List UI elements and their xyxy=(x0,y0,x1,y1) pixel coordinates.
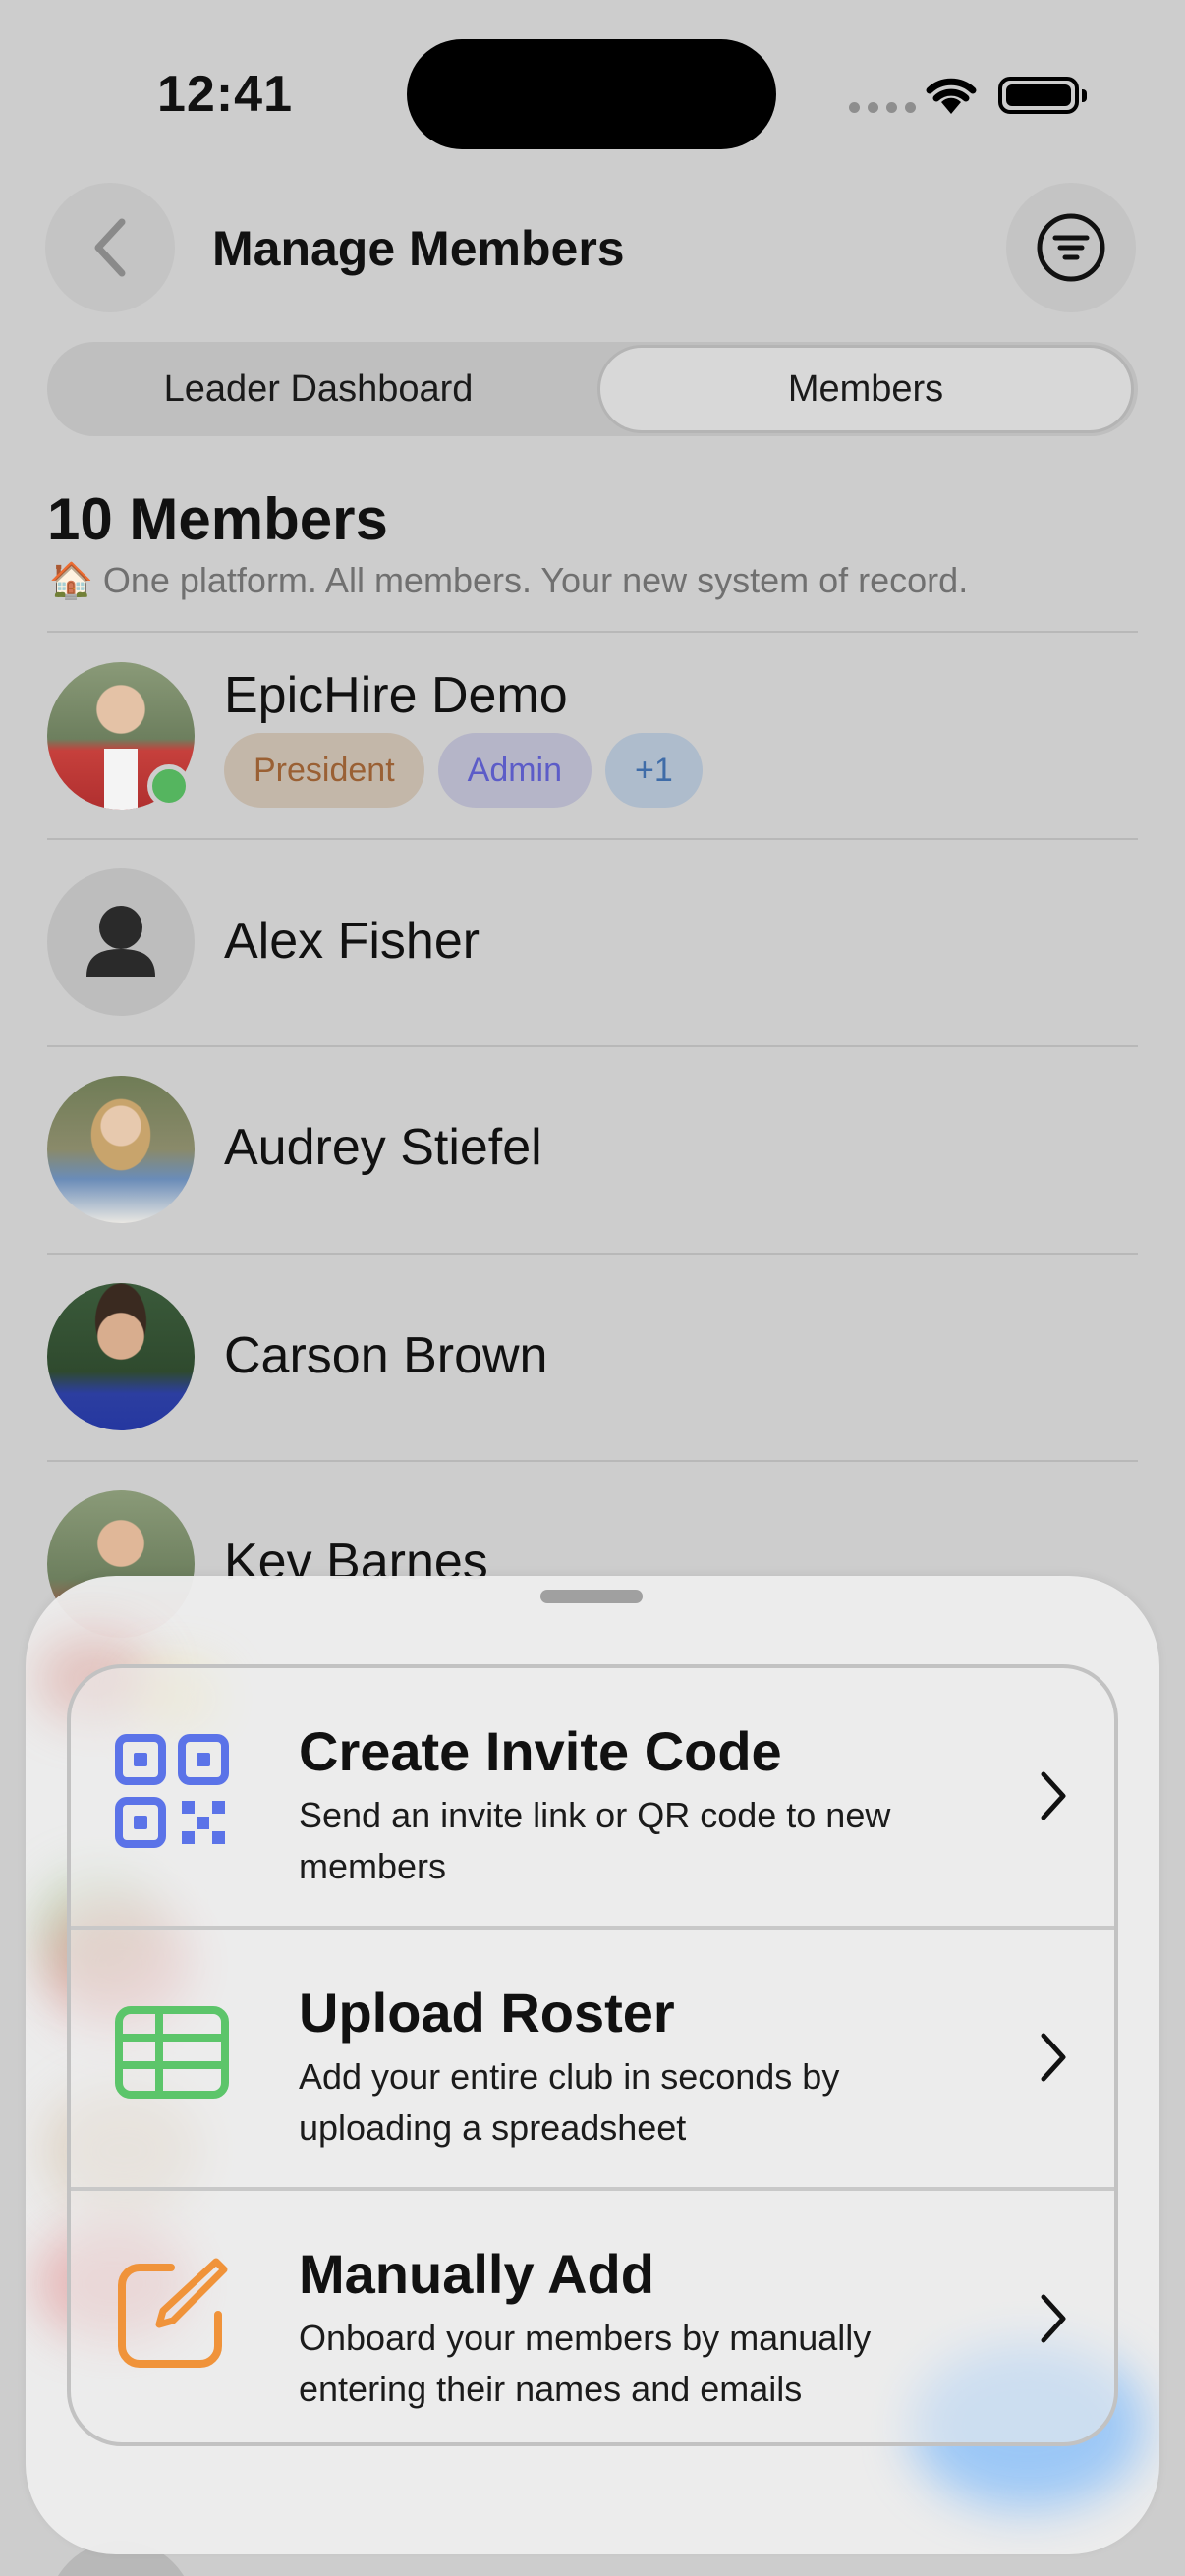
option-description: Add your entire club in seconds by uploa… xyxy=(299,2056,840,2148)
members-subtitle: 🏠 One platform. All members. Your new sys… xyxy=(49,560,968,601)
cellular-signal-icon xyxy=(849,102,916,113)
divider xyxy=(47,1253,1138,1255)
add-members-sheet: Create Invite Code Send an invite link o… xyxy=(26,1576,1159,2554)
chevron-right-icon xyxy=(1041,1771,1066,1820)
spreadsheet-icon xyxy=(115,2006,229,2099)
page-title: Manage Members xyxy=(212,221,625,276)
battery-icon xyxy=(998,77,1087,114)
chevron-right-icon xyxy=(1041,2294,1066,2343)
status-time: 12:41 xyxy=(157,66,293,123)
segmented-control: Leader Dashboard Members xyxy=(47,342,1138,436)
screen: 12:41 Manage Members Leader Dashboard Me… xyxy=(0,0,1185,2576)
filter-icon xyxy=(1037,213,1105,282)
option-title: Upload Roster xyxy=(299,1982,675,2044)
online-status-dot xyxy=(147,764,191,808)
members-subtitle-text: One platform. All members. Your new syst… xyxy=(102,560,969,600)
divider xyxy=(47,1045,1138,1047)
divider xyxy=(47,631,1138,633)
avatar-placeholder xyxy=(47,868,195,1016)
member-name: Carson Brown xyxy=(224,1327,548,1384)
option-description: Send an invite link or QR code to new me… xyxy=(299,1795,891,1886)
avatar xyxy=(47,1076,195,1223)
edit-icon xyxy=(118,2258,228,2368)
chevron-left-icon xyxy=(94,218,126,277)
option-description: Onboard your members by manually enterin… xyxy=(299,2318,872,2409)
role-badges: President Admin +1 xyxy=(224,733,703,808)
member-name: Audrey Stiefel xyxy=(224,1119,542,1176)
tab-members[interactable]: Members xyxy=(597,345,1134,433)
back-button[interactable] xyxy=(45,183,175,312)
person-icon xyxy=(86,906,155,977)
divider xyxy=(47,1460,1138,1462)
options-card: Create Invite Code Send an invite link o… xyxy=(67,1664,1118,2446)
member-name: Alex Fisher xyxy=(224,913,480,970)
members-count: 10 Members xyxy=(47,486,388,552)
badge-admin: Admin xyxy=(437,733,592,808)
option-title: Manually Add xyxy=(299,2243,654,2305)
manually-add-option[interactable]: Manually Add Onboard your members by man… xyxy=(71,2191,1114,2442)
badge-president: President xyxy=(224,733,424,808)
qr-code-icon xyxy=(115,1734,229,1848)
sheet-grabber[interactable] xyxy=(540,1590,643,1603)
house-emoji-icon: 🏠 xyxy=(49,560,93,600)
member-name: EpicHire Demo xyxy=(224,667,568,724)
wifi-icon xyxy=(926,78,977,114)
filter-button[interactable] xyxy=(1006,183,1136,312)
upload-roster-option[interactable]: Upload Roster Add your entire club in se… xyxy=(71,1930,1114,2189)
create-invite-code-option[interactable]: Create Invite Code Send an invite link o… xyxy=(71,1668,1114,1928)
chevron-right-icon xyxy=(1041,2033,1066,2082)
badge-more-roles[interactable]: +1 xyxy=(605,733,703,808)
divider xyxy=(47,838,1138,840)
option-title: Create Invite Code xyxy=(299,1720,782,1782)
avatar xyxy=(47,1283,195,1430)
tab-leader-dashboard[interactable]: Leader Dashboard xyxy=(47,342,590,436)
dynamic-island xyxy=(407,39,776,149)
